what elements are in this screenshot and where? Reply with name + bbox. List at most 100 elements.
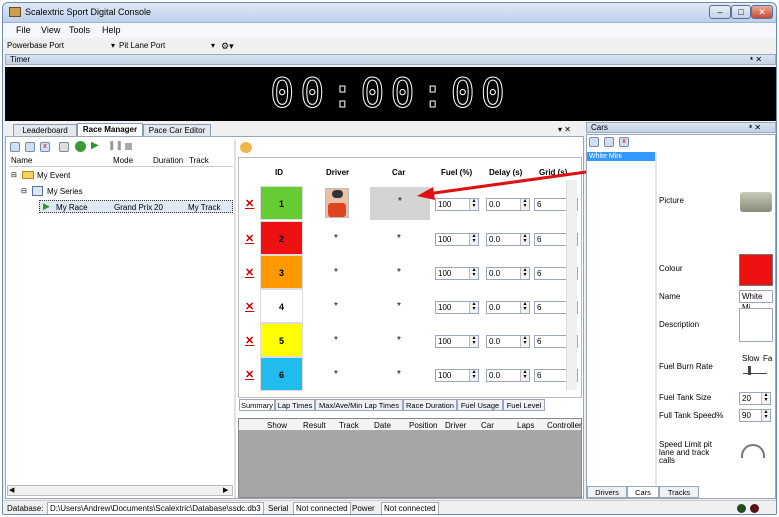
delay-input[interactable]: 0.0 ▴ ▾ (486, 369, 530, 382)
fuel-input[interactable]: 100 ▴ ▾ (435, 369, 479, 382)
grid-scrollbar[interactable] (566, 180, 577, 390)
col-track[interactable]: Track (189, 156, 209, 165)
lap-col-car[interactable]: Car (481, 421, 494, 430)
tree-event[interactable]: My Event (37, 171, 70, 180)
car-list-divider[interactable] (655, 152, 657, 485)
delete-icon[interactable]: x (40, 142, 50, 152)
pit-lane-port-dropdown[interactable]: Pit Lane Port (119, 41, 165, 50)
fuel-input-spinner[interactable]: ▴ ▾ (469, 301, 478, 313)
car-list-item-selected[interactable]: White Mini (587, 152, 655, 161)
delay-input-spinner[interactable]: ▴ ▾ (520, 301, 529, 313)
car-cell[interactable]: * (397, 233, 401, 244)
delete-row-button[interactable]: ✕ (245, 197, 254, 210)
tab-tracks[interactable]: Tracks (659, 486, 699, 498)
pause-icon[interactable]: ❚❚ (108, 140, 123, 151)
tree-race-row[interactable]: ▶ My Race Grand Prix 20 My Track (39, 200, 233, 213)
full-tank-speed-input[interactable]: 90 ▴ ▾ (739, 409, 771, 422)
tab-leaderboard[interactable]: Leaderboard (13, 124, 77, 136)
open-icon[interactable] (25, 142, 35, 152)
fuel-input[interactable]: 100 ▴ ▾ (435, 335, 479, 348)
delay-input-spinner[interactable]: ▴ ▾ (520, 369, 529, 381)
driver-cell[interactable]: * (334, 335, 338, 346)
delay-input[interactable]: 0.0 ▴ ▾ (486, 233, 530, 246)
cars-pin-close[interactable]: ᵜ ✕ (749, 123, 761, 132)
driver-cell[interactable]: * (334, 301, 338, 312)
driver-cell[interactable]: * (334, 267, 338, 278)
tab-drivers[interactable]: Drivers (587, 486, 627, 498)
delay-input[interactable]: 0.0 ▴ ▾ (486, 335, 530, 348)
lap-col-position[interactable]: Position (409, 421, 437, 430)
powerbase-port-dropdown[interactable]: ▾ (111, 41, 115, 50)
driver-cell[interactable]: * (334, 233, 338, 244)
lap-col-show[interactable]: Show (267, 421, 287, 430)
expand-series-icon[interactable]: ⊟ (21, 187, 27, 195)
new-icon[interactable] (10, 142, 20, 152)
col-duration[interactable]: Duration (153, 156, 183, 165)
delete-row-button[interactable]: ✕ (245, 300, 254, 313)
tab-race-duration[interactable]: Race Duration (403, 399, 457, 411)
fuel-input-spinner[interactable]: ▴ ▾ (469, 335, 478, 347)
connect-icon[interactable]: ⚙▾ (221, 41, 234, 52)
menu-view[interactable]: View (41, 25, 60, 35)
tab-lap-times[interactable]: Lap Times (275, 399, 315, 411)
lap-col-result[interactable]: Result (303, 421, 326, 430)
lap-col-controller[interactable]: Controller (547, 421, 582, 430)
full-speed-spinner[interactable]: ▴ ▾ (761, 409, 770, 421)
fuel-input-spinner[interactable]: ▴ ▾ (469, 369, 478, 381)
tab-summary[interactable]: Summary (239, 399, 275, 411)
burn-slider-thumb[interactable] (748, 366, 751, 375)
tab-menu-close[interactable]: ▾ ✕ (558, 125, 571, 134)
delay-input-spinner[interactable]: ▴ ▾ (520, 233, 529, 245)
driver-avatar[interactable] (325, 188, 349, 218)
car-cell[interactable]: * (397, 335, 401, 346)
delete-car-icon[interactable]: x (619, 137, 629, 147)
lap-col-driver[interactable]: Driver (445, 421, 466, 430)
tab-fuel-level[interactable]: Fuel Level (503, 399, 545, 411)
pit-lane-caret[interactable]: ▾ (211, 41, 215, 50)
fuel-input-spinner[interactable]: ▴ ▾ (469, 267, 478, 279)
delete-row-button[interactable]: ✕ (245, 334, 254, 347)
car-picture[interactable] (740, 192, 772, 212)
car-description-input[interactable] (739, 308, 773, 342)
close-window-button[interactable]: ✕ (751, 5, 773, 19)
tree-series[interactable]: My Series (47, 187, 83, 196)
car-colour-swatch[interactable] (739, 254, 773, 286)
col-name[interactable]: Name (11, 156, 32, 165)
menu-tools[interactable]: Tools (69, 25, 90, 35)
stop-icon[interactable] (125, 143, 132, 150)
tree-hscrollbar[interactable]: ◀ ▶ (7, 485, 233, 496)
scroll-left-icon[interactable]: ◀ (9, 486, 14, 494)
lap-col-track[interactable]: Track (339, 421, 359, 430)
delete-row-button[interactable]: ✕ (245, 232, 254, 245)
lap-col-laps[interactable]: Laps (517, 421, 534, 430)
tab-fuel-usage[interactable]: Fuel Usage (457, 399, 503, 411)
play-icon[interactable]: ▶ (91, 140, 99, 151)
tab-race-manager[interactable]: Race Manager (77, 123, 143, 136)
fuel-input[interactable]: 100 ▴ ▾ (435, 267, 479, 280)
delay-input-spinner[interactable]: ▴ ▾ (520, 335, 529, 347)
delay-input[interactable]: 0.0 ▴ ▾ (486, 267, 530, 280)
fuel-input[interactable]: 100 ▴ ▾ (435, 301, 479, 314)
car-name-input[interactable]: White Mi (739, 290, 773, 312)
tab-cars[interactable]: Cars (627, 486, 659, 498)
add-grid-icon[interactable] (240, 142, 252, 153)
car-cell[interactable]: * (397, 369, 401, 380)
maximize-button[interactable]: □ (731, 5, 751, 19)
tab-max-ave-min[interactable]: Max/Ave/Min Lap Times (315, 399, 403, 411)
tab-pace-car-editor[interactable]: Pace Car Editor (143, 124, 211, 136)
driver-cell[interactable]: * (334, 369, 338, 380)
menu-file[interactable]: File (16, 25, 31, 35)
minimize-button[interactable]: – (709, 5, 731, 19)
lap-col-date[interactable]: Date (374, 421, 391, 430)
menu-help[interactable]: Help (102, 25, 121, 35)
fuel-input[interactable]: 100 ▴ ▾ (435, 233, 479, 246)
delay-input[interactable]: 0.0 ▴ ▾ (486, 301, 530, 314)
col-mode[interactable]: Mode (113, 156, 133, 165)
burn-slider-track[interactable] (743, 373, 767, 374)
car-cell[interactable]: * (397, 301, 401, 312)
timer-pin-close[interactable]: ᵜ ✕ (750, 55, 762, 64)
delete-row-button[interactable]: ✕ (245, 368, 254, 381)
expand-event-icon[interactable]: ⊟ (11, 171, 17, 179)
fuel-input-spinner[interactable]: ▴ ▾ (469, 233, 478, 245)
delay-input-spinner[interactable]: ▴ ▾ (520, 267, 529, 279)
